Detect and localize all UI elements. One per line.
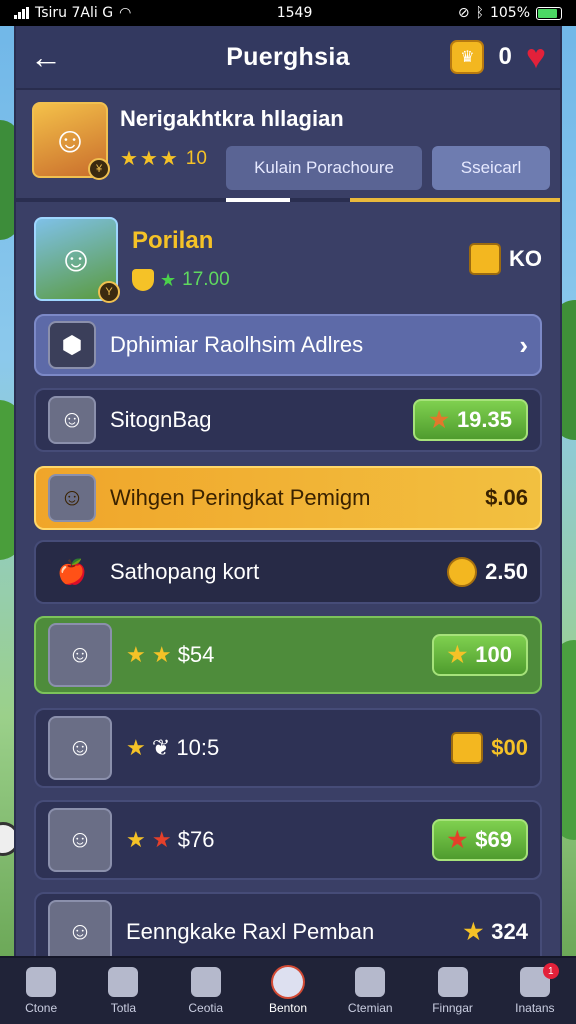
gear-icon xyxy=(355,967,386,997)
list-item-value: ★ ★ $76 xyxy=(126,827,215,852)
rock-icon: ⬢ xyxy=(48,321,96,369)
featured-reward: KO xyxy=(509,246,542,271)
nav-search[interactable]: Totla xyxy=(87,967,159,1015)
list-item-value: ★ ❦ 10:5 xyxy=(126,735,220,760)
top-header: ← Puerghsia ♛ 0 ♥ xyxy=(16,26,560,90)
list-item-ranking[interactable]: ☺ Eenngkake Raxl Pemban ★ 324 xyxy=(34,892,542,956)
tab-indicator xyxy=(16,198,560,202)
featured-avatar: ☺ Y xyxy=(34,217,120,303)
feather-icon: ❦ xyxy=(151,735,171,760)
search-icon xyxy=(108,967,139,997)
list-item-label: Dphimiar Raolhsim Adlres xyxy=(110,332,364,357)
battery-percent: 105% xyxy=(489,5,530,21)
nav-home[interactable]: Ctone xyxy=(5,967,77,1015)
wifi-icon: ◠ xyxy=(119,5,132,21)
buy-button[interactable]: ★ $69 xyxy=(431,819,528,861)
rating-value: 10 xyxy=(185,147,207,169)
list-item-label: Eenngkake Raxl Pemban xyxy=(126,919,375,944)
coin-icon xyxy=(447,557,478,587)
nav-settings[interactable]: Ctemian xyxy=(334,967,406,1015)
trophy-icon xyxy=(190,967,221,997)
avatar: ☺ xyxy=(48,474,96,522)
alarm-icon: ⊘ xyxy=(457,5,470,21)
clock: 1549 xyxy=(276,5,313,21)
price: $00 xyxy=(491,735,528,760)
tab-sseicarl[interactable]: Sseicarl xyxy=(432,146,550,190)
buy-button[interactable]: ★ 100 xyxy=(431,634,528,676)
list-item-hero-1[interactable]: ☺ ★ ★ $54 ★ 100 xyxy=(34,616,542,694)
star-icon: ★ xyxy=(429,407,449,432)
featured-item[interactable]: ☺ Y Porilan ★ 17.00 KO xyxy=(34,214,542,304)
chest-icon xyxy=(451,732,484,764)
home-icon xyxy=(26,967,57,997)
list-item-apple[interactable]: 🍎 Sathopang kort 2.50 xyxy=(34,540,542,604)
list-item-premium[interactable]: ☺ Wihgen Peringkat Pemigm $.06 xyxy=(34,466,542,530)
battery-icon xyxy=(536,6,562,20)
notification-badge: 1 xyxy=(542,963,559,979)
apple-icon: 🍎 xyxy=(57,558,87,586)
nav-mail[interactable]: 1 Inatans xyxy=(499,963,571,1015)
list-item-address[interactable]: ⬢ Dphimiar Raolhsim Adlres › xyxy=(34,314,542,376)
crown-icon[interactable]: ♛ xyxy=(450,40,485,74)
list-item-bag[interactable]: ☺ SitognBag ★ 19.35 xyxy=(34,388,542,452)
bag-icon xyxy=(272,967,303,997)
star-icon: ★ xyxy=(447,827,468,852)
nav-trophy[interactable]: Ceotia xyxy=(170,967,242,1015)
price: 19.35 xyxy=(456,407,512,432)
featured-value: 17.00 xyxy=(182,269,230,290)
red-star-icon: ★ xyxy=(151,827,172,852)
info-icon xyxy=(437,967,468,997)
price: $69 xyxy=(475,827,512,852)
price: 100 xyxy=(475,642,512,667)
price: 324 xyxy=(491,919,528,944)
signal-icon xyxy=(14,7,29,19)
profile-name: Nerigakhtkra hllagian xyxy=(120,106,344,131)
avatar[interactable]: ☺ ¥ xyxy=(32,102,110,180)
rating-stars-icon: ★★★ xyxy=(120,148,180,170)
list-item-hero-2[interactable]: ☺ ★ ❦ 10:5 $00 xyxy=(34,708,542,788)
level-badge-icon: ¥ xyxy=(88,158,110,180)
star-icon: ★ ★ xyxy=(126,642,172,667)
list-item-hero-3[interactable]: ☺ ★ ★ $76 ★ $69 xyxy=(34,800,542,880)
nav-bag[interactable]: Benton xyxy=(252,967,324,1015)
tab-porachoure[interactable]: Kulain Porachoure xyxy=(226,146,422,190)
star-icon: ★ xyxy=(126,735,146,760)
list-item-label: Sathopang kort xyxy=(110,559,260,584)
avatar: ☺ xyxy=(48,808,112,872)
bottom-navigation: Ctone Totla Ceotia Benton Ctemian Finnga… xyxy=(0,956,576,1024)
star-icon: ★ xyxy=(126,827,146,852)
star-icon: ★ xyxy=(447,642,468,667)
shield-icon xyxy=(132,269,154,291)
chevron-right-icon: › xyxy=(519,329,528,360)
price: $.06 xyxy=(485,485,528,510)
carrier-label: Tsiru 7Ali G xyxy=(35,5,114,21)
avatar: ☺ xyxy=(48,900,112,956)
status-bar: Tsiru 7Ali G ◠ 1549 ⊘ ᛒ 105% xyxy=(0,0,576,26)
featured-name: Porilan xyxy=(132,227,214,254)
bluetooth-icon: ᛒ xyxy=(475,5,484,21)
back-arrow-icon[interactable]: ← xyxy=(30,39,70,76)
avatar: ☺ xyxy=(48,396,96,444)
nav-info[interactable]: Finngar xyxy=(417,967,489,1015)
price: 2.50 xyxy=(485,559,528,584)
list-item-label: Wihgen Peringkat Pemigm xyxy=(110,485,371,510)
star-icon: ★ xyxy=(463,919,484,944)
buy-button[interactable]: ★ 19.35 xyxy=(413,399,528,441)
avatar: ☺ xyxy=(48,716,112,780)
store-panel: ← Puerghsia ♛ 0 ♥ ☺ ¥ Nerigakhtkra hllagi… xyxy=(14,26,562,956)
list-item-label: SitognBag xyxy=(110,407,212,432)
chest-icon xyxy=(469,243,501,275)
level-badge-icon: Y xyxy=(98,281,120,303)
avatar: ☺ xyxy=(48,623,112,687)
crown-count: 0 xyxy=(498,43,512,70)
green-star-icon: ★ xyxy=(160,269,177,290)
heart-icon[interactable]: ♥ xyxy=(526,40,546,74)
list-item-value: ★ ★ $54 xyxy=(126,642,215,667)
